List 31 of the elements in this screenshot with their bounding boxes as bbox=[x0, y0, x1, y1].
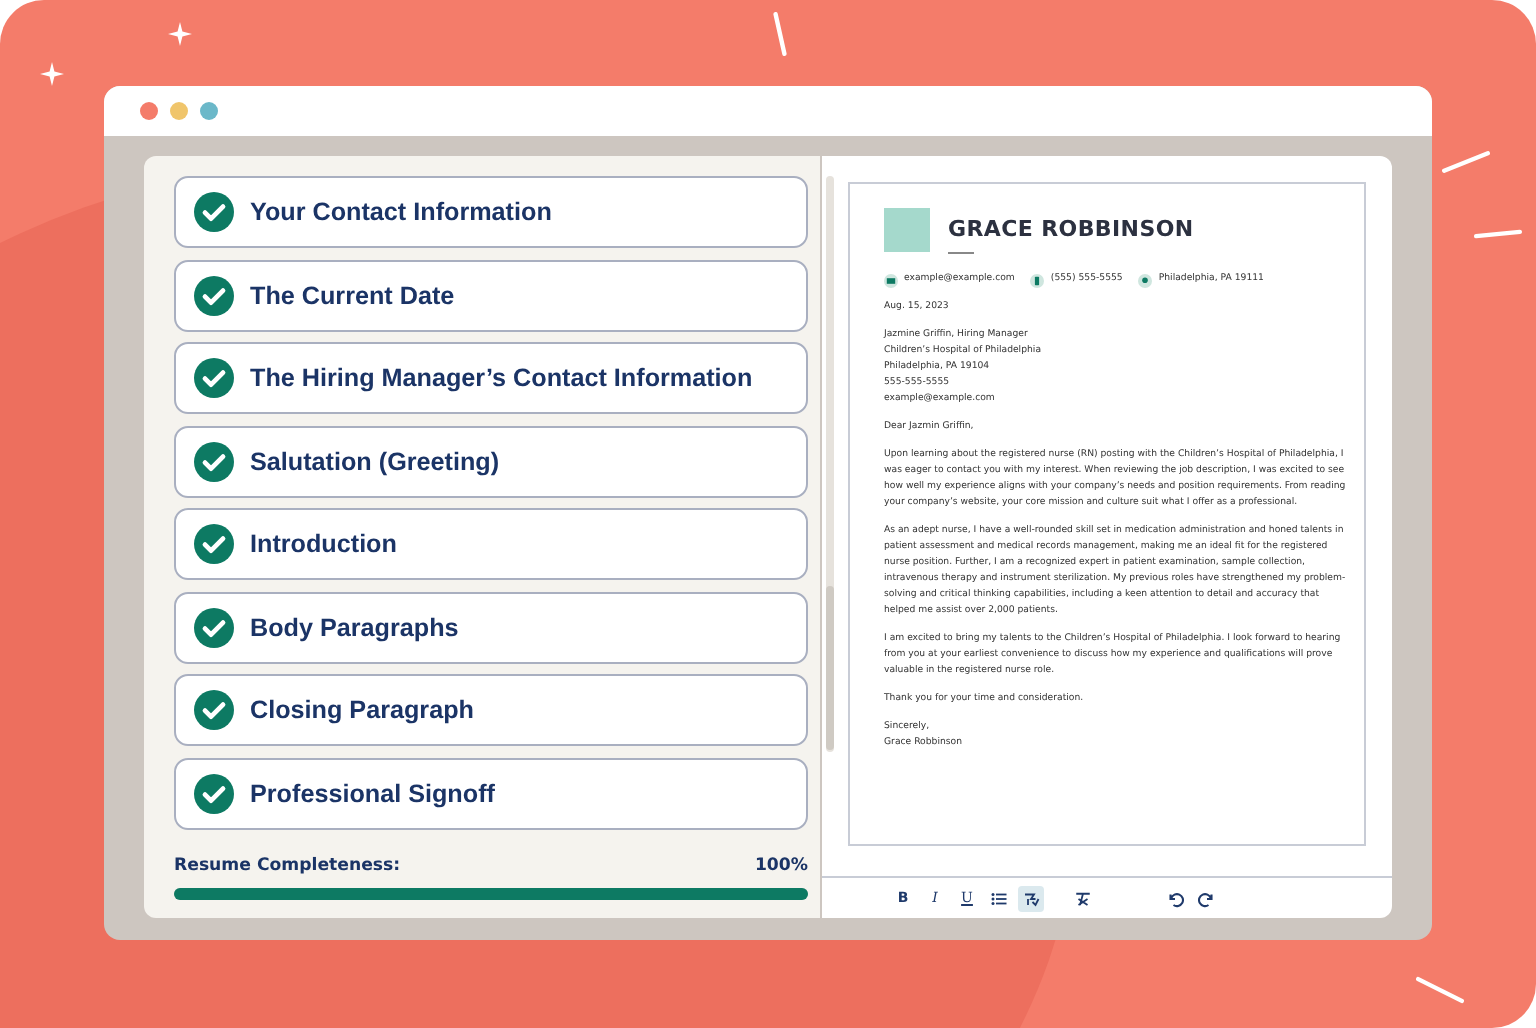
sparkle-icon bbox=[40, 62, 64, 86]
scrollbar[interactable] bbox=[826, 176, 834, 752]
section-item[interactable]: The Hiring Manager’s Contact Information bbox=[174, 342, 808, 414]
section-item[interactable]: Salutation (Greeting) bbox=[174, 425, 808, 497]
section-item[interactable]: Professional Signoff bbox=[174, 757, 808, 829]
email-icon bbox=[884, 273, 898, 287]
undo-icon bbox=[1166, 889, 1184, 907]
list-icon bbox=[990, 889, 1008, 907]
dash-mark bbox=[772, 12, 788, 56]
sparkle-icon bbox=[168, 22, 192, 46]
redo-icon bbox=[1198, 889, 1216, 907]
applicant-name: GRACE ROBBINSON bbox=[948, 216, 1194, 242]
scroll-thumb[interactable] bbox=[826, 586, 834, 750]
dash-mark bbox=[1416, 976, 1464, 1004]
section-item[interactable]: The Current Date bbox=[174, 259, 808, 331]
spellcheck-icon bbox=[1022, 889, 1040, 907]
section-item[interactable]: Body Paragraphs bbox=[174, 591, 808, 663]
location-icon bbox=[1138, 273, 1153, 287]
name-underline bbox=[948, 252, 974, 254]
dash-mark bbox=[1442, 150, 1490, 174]
section-item[interactable]: Your Contact Information bbox=[174, 176, 808, 248]
window-control[interactable] bbox=[140, 102, 158, 120]
completeness-value: 100% bbox=[754, 855, 808, 875]
section-item[interactable]: Introduction bbox=[174, 508, 808, 580]
accent-square bbox=[884, 208, 930, 252]
phone-icon bbox=[1030, 273, 1045, 287]
completeness-label: Resume Completeness: bbox=[174, 855, 401, 875]
section-item[interactable]: Closing Paragraph bbox=[174, 674, 808, 746]
spellcheck-button[interactable] bbox=[1018, 885, 1044, 911]
clear-icon bbox=[1074, 889, 1092, 907]
dash-mark bbox=[1474, 226, 1522, 242]
